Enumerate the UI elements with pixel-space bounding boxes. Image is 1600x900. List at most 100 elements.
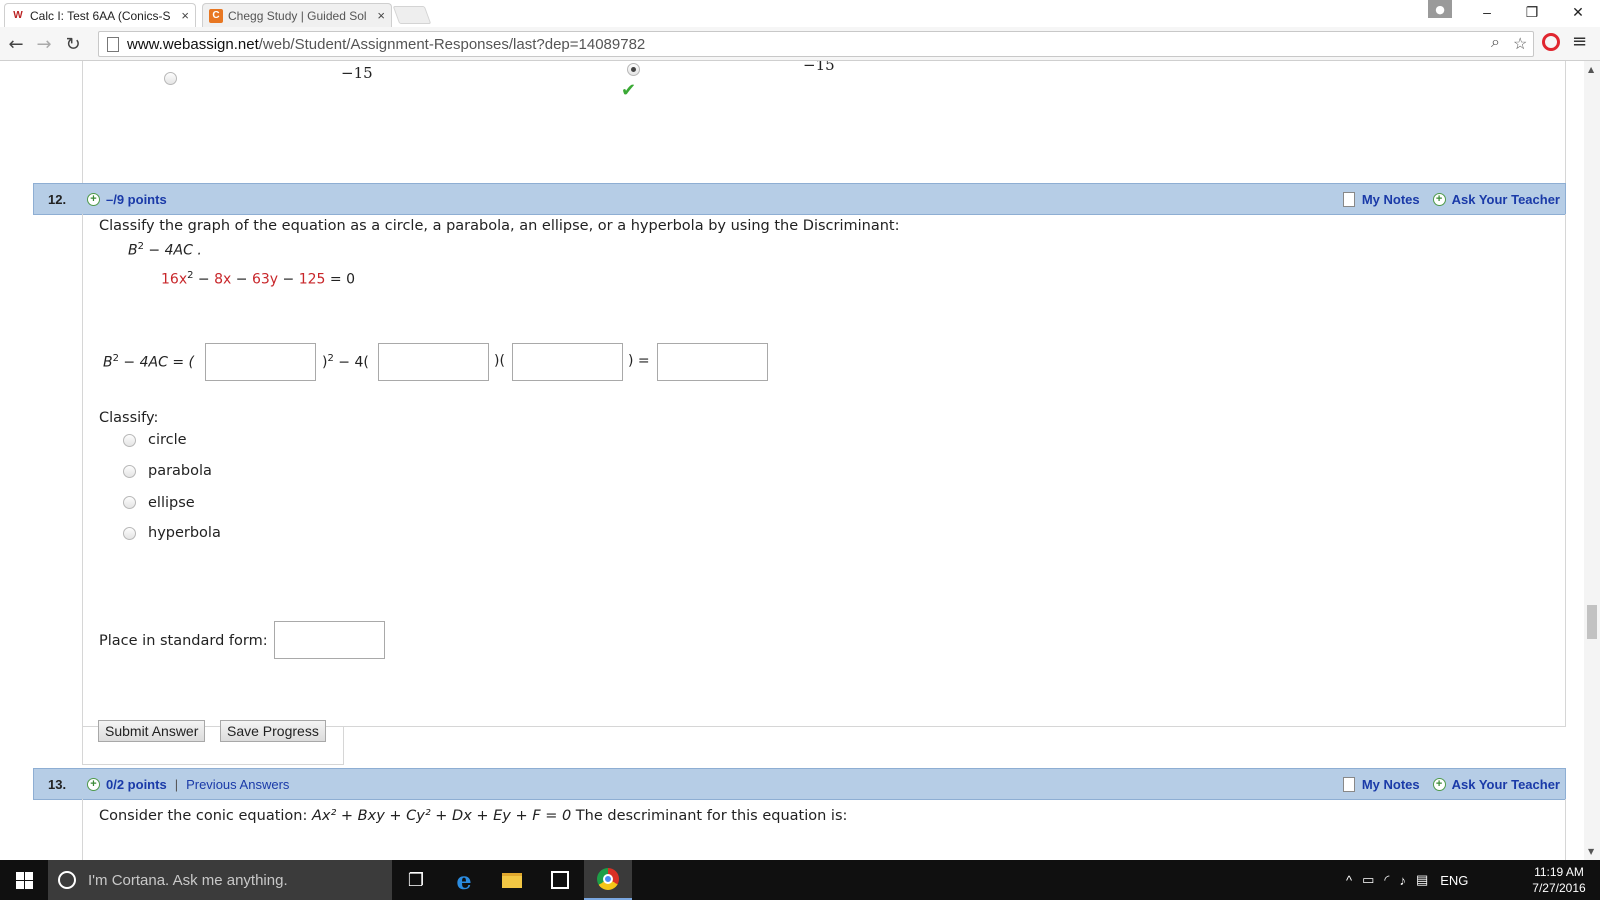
submit-answer-button[interactable]: Submit Answer [98, 720, 206, 742]
previous-option-graph-label: −15 [803, 61, 835, 74]
store-icon[interactable] [536, 860, 584, 900]
question-points: –/9 points [106, 191, 167, 207]
separator: | [174, 776, 179, 792]
show-hidden-icons-icon[interactable]: ^ [1346, 873, 1352, 888]
chegg-favicon-icon: C [209, 8, 223, 23]
cortana-placeholder: I'm Cortana. Ask me anything. [88, 871, 288, 889]
menu-icon[interactable]: ≡ [1572, 31, 1587, 52]
question-number: 13. [48, 776, 67, 792]
chrome-taskbar-icon[interactable] [584, 860, 632, 900]
edge-browser-icon[interactable]: e [440, 860, 488, 900]
cortana-icon [58, 871, 76, 889]
tab-chegg[interactable]: C Chegg Study | Guided Sol × [202, 3, 392, 27]
windows-logo-icon [15, 871, 33, 889]
tab-title: Chegg Study | Guided Sol [228, 8, 367, 23]
browser-tab-bar: W Calc I: Test 6AA (Conics-S × C Chegg S… [0, 0, 1600, 27]
tab-close-icon[interactable]: × [181, 8, 189, 23]
question-number: 12. [48, 191, 67, 207]
scrollbar-thumb[interactable] [1587, 605, 1597, 639]
previous-answers-link[interactable]: Previous Answers [186, 777, 289, 792]
tab-webassign[interactable]: W Calc I: Test 6AA (Conics-S × [4, 3, 196, 27]
system-tray: ^ ▭ ◜ ♪ ▤ ENG [1346, 860, 1468, 900]
cortana-search-box[interactable]: I'm Cortana. Ask me anything. [48, 860, 392, 900]
bookmark-star-icon[interactable]: ☆ [1513, 34, 1527, 54]
scroll-down-arrow-icon[interactable]: ▼ [1588, 847, 1594, 856]
ask-teacher-plus-icon: + [1432, 777, 1446, 791]
forward-arrow-icon[interactable]: → [32, 32, 56, 56]
question-points: 0/2 points [106, 776, 167, 792]
question-13-prompt: Consider the conic equation: Ax² + Bxy +… [99, 808, 848, 824]
tab-close-icon[interactable]: × [377, 8, 385, 23]
parabola-option-label: parabola [148, 463, 212, 479]
reload-icon[interactable]: ↻ [61, 32, 85, 56]
restore-button[interactable]: ❐ [1510, 0, 1554, 24]
c-value-input[interactable] [512, 343, 623, 381]
standard-form-label: Place in standard form: [99, 633, 268, 649]
page-icon [107, 36, 119, 52]
hyperbola-radio[interactable] [123, 527, 136, 540]
previous-option-radio[interactable] [164, 72, 177, 85]
browser-toolbar: ← → ↻ www.webassign.net/web/Student/Assi… [0, 27, 1600, 61]
conic-equation: 16x2 − 8x − 63y − 125 = 0 [161, 270, 355, 288]
formula-paren: )( [494, 353, 505, 369]
ellipse-radio[interactable] [123, 496, 136, 509]
ask-teacher-plus-icon: + [1432, 192, 1446, 206]
url-host: www.webassign.net [127, 35, 259, 53]
ask-teacher-link[interactable]: Ask Your Teacher [1452, 192, 1560, 207]
a-value-input[interactable] [378, 343, 489, 381]
previous-question-box [82, 61, 1566, 186]
ellipse-option-label: ellipse [148, 495, 195, 511]
vertical-scrollbar[interactable]: ▲ ▼ [1584, 61, 1600, 860]
wifi-icon[interactable]: ◜ [1384, 872, 1389, 888]
new-tab-button[interactable] [392, 6, 432, 24]
clock-time: 11:19 AM [1534, 865, 1584, 879]
circle-radio[interactable] [123, 434, 136, 447]
expand-plus-icon[interactable]: + [87, 192, 100, 206]
discriminant-result-input[interactable] [657, 343, 768, 381]
circle-option-label: circle [148, 432, 187, 448]
webassign-favicon-icon: W [13, 10, 23, 21]
save-progress-button[interactable]: Save Progress [220, 720, 326, 742]
scroll-up-arrow-icon[interactable]: ▲ [1588, 65, 1594, 74]
standard-form-input[interactable] [274, 621, 385, 659]
formula-lhs: B2 − 4AC = ( [103, 353, 194, 371]
address-bar[interactable]: www.webassign.net/web/Student/Assignment… [98, 31, 1534, 57]
task-view-icon[interactable]: ❐ [392, 860, 440, 900]
notes-icon [1342, 191, 1355, 207]
formula-squared-minus: )2 − 4( [322, 353, 369, 371]
action-center-icon[interactable]: ▤ [1416, 872, 1428, 888]
zoom-icon[interactable]: ⌕ [1491, 34, 1500, 52]
expand-plus-icon[interactable]: + [87, 777, 100, 791]
chrome-icon [597, 868, 619, 890]
formula-equals: ) = [628, 353, 650, 369]
windows-taskbar: I'm Cortana. Ask me anything. ❐ e ^ ▭ ◜ … [0, 860, 1600, 900]
start-button[interactable] [0, 860, 48, 900]
ask-teacher-link[interactable]: Ask Your Teacher [1452, 777, 1560, 792]
classify-label: Classify: [99, 410, 159, 426]
battery-icon[interactable]: ▭ [1362, 872, 1374, 888]
correct-check-icon: ✔ [621, 80, 637, 101]
parabola-radio[interactable] [123, 465, 136, 478]
volume-icon[interactable]: ♪ [1399, 873, 1406, 888]
my-notes-link[interactable]: My Notes [1362, 777, 1420, 792]
back-arrow-icon[interactable]: ← [4, 32, 28, 56]
my-notes-link[interactable]: My Notes [1362, 192, 1420, 207]
question-12-header: 12. + –/9 points My Notes + Ask Your Tea… [33, 183, 1566, 215]
b-value-input[interactable] [205, 343, 316, 381]
profile-icon[interactable]: ● [1428, 0, 1452, 18]
page-content: −15 ✔ −15 12. + –/9 points My Notes + As… [0, 61, 1584, 860]
file-explorer-icon[interactable] [488, 860, 536, 900]
close-window-button[interactable]: ✕ [1556, 0, 1600, 24]
question-13-header: 13. + 0/2 points | Previous Answers My N… [33, 768, 1566, 800]
hyperbola-option-label: hyperbola [148, 525, 221, 541]
language-indicator[interactable]: ENG [1440, 873, 1468, 888]
minimize-button[interactable]: – [1465, 0, 1509, 24]
question-prompt: Classify the graph of the equation as a … [99, 218, 900, 234]
previous-option-radio-selected[interactable] [627, 63, 640, 76]
opera-extension-icon[interactable] [1542, 33, 1560, 51]
tab-title: Calc I: Test 6AA (Conics-S [30, 8, 171, 23]
discriminant-expression: B2 − 4AC . [128, 241, 202, 259]
previous-option-graph-label: −15 [341, 64, 373, 82]
system-clock[interactable]: 11:19 AM 7/27/2016 [1528, 864, 1590, 896]
url-path: /web/Student/Assignment-Responses/last?d… [258, 35, 646, 53]
